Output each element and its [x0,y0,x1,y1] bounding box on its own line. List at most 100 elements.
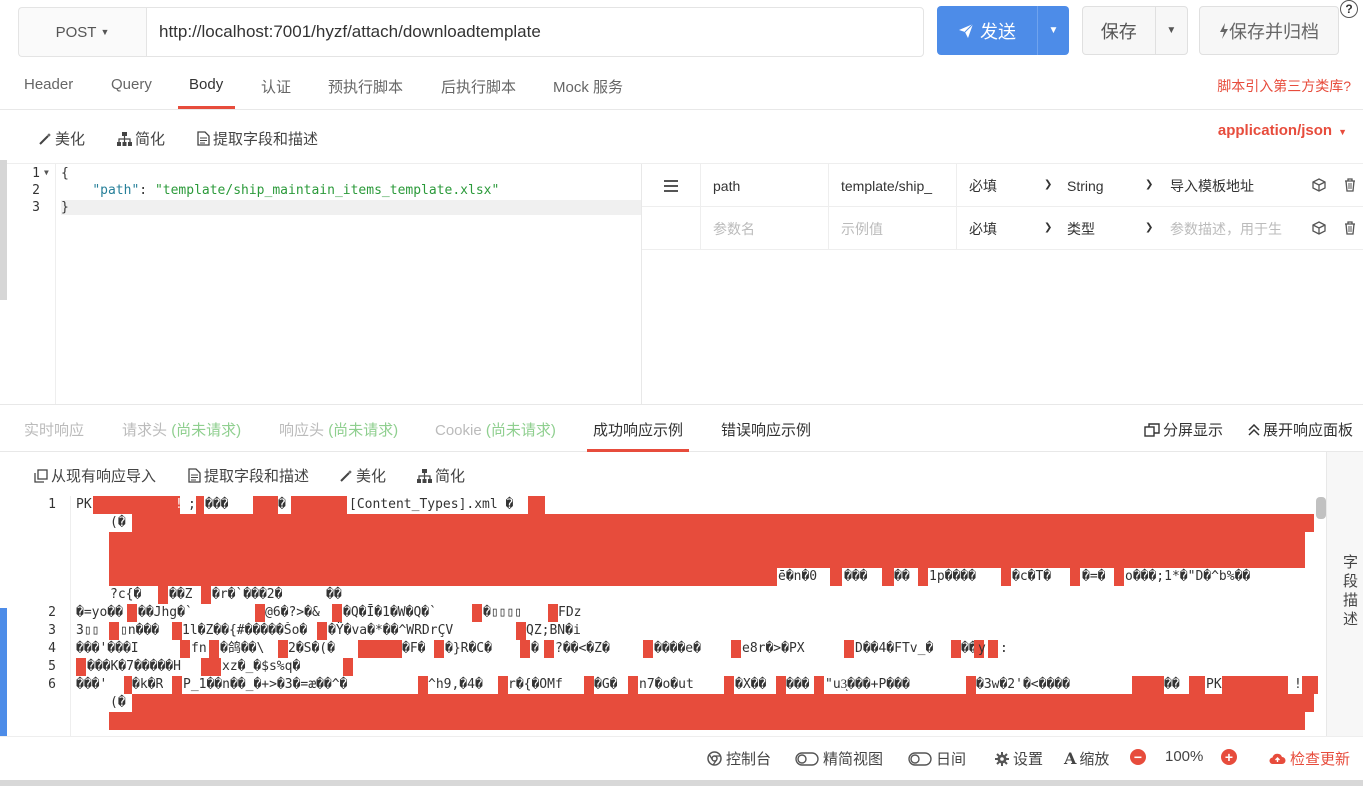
control-char-highlight [291,496,347,514]
binary-text: ! [175,497,183,512]
scrollbar[interactable] [0,160,7,300]
save-button[interactable]: 保存 [1083,18,1155,44]
fold-arrow-icon[interactable]: ▼ [44,168,49,177]
tab-post-script[interactable]: 后执行脚本 [441,76,516,97]
simplify-button[interactable]: 简化 [117,128,165,149]
tab-mock-service[interactable]: Mock 服务 [553,76,623,97]
chevron-down-icon: ❯ [1145,222,1154,233]
control-char-highlight [158,586,168,604]
response-body-editor[interactable]: 1 2 3 4 5 6 PK ! ; ��� � [Content_Types]… [8,496,1318,736]
binary-text: �� [326,587,342,602]
binary-text: ��Z [169,587,193,602]
magic-wand-icon [340,469,352,482]
send-button[interactable]: 发送 [937,18,1037,44]
param-example-input[interactable]: template/ship_ [829,164,957,207]
binary-text: �c�T� [1012,569,1052,584]
extract-fields-button[interactable]: 提取字段和描述 [197,128,318,149]
control-char-highlight [1132,676,1164,694]
help-icon[interactable]: ? [1340,0,1358,18]
type-select[interactable]: String [1055,164,1155,207]
day-mode-toggle[interactable]: 日间 [908,748,966,769]
tab-header[interactable]: Header [24,76,73,93]
cube-icon[interactable] [1312,221,1326,235]
check-update-button[interactable]: 检查更新 [1269,748,1350,769]
send-dropdown[interactable]: ▼ [1037,6,1069,55]
console-button[interactable]: 控制台 [707,748,771,769]
drag-handle[interactable] [642,164,701,207]
compact-view-toggle[interactable]: 精简视图 [795,748,883,769]
param-desc-input[interactable]: 导入模板地址 [1158,164,1298,207]
control-char-highlight [418,676,428,694]
body-editor[interactable]: 1 ▼ 2 3 { "path": "template/ship_maintai… [8,164,642,404]
code-line: } [61,200,641,215]
split-view-button[interactable]: 分屏显示 [1144,419,1223,440]
method-label: POST [55,23,97,41]
control-char-highlight [180,640,190,658]
binary-text: e8r�>�PX [742,641,805,656]
import-response-button[interactable]: 从现有响应导入 [34,465,156,486]
control-char-highlight [332,604,342,622]
param-example-input[interactable]: 示例值 [829,207,957,250]
tab-error-example[interactable]: 错误响应示例 [721,419,811,440]
line-number: 1 [48,497,56,512]
binary-text: �X�� [735,677,767,692]
tab-cookie[interactable]: Cookie (尚未请求) [435,419,556,440]
content-type-select[interactable]: application/json ▼ [1218,122,1347,139]
simplify-button[interactable]: 简化 [417,465,465,486]
check-update-label: 检查更新 [1290,751,1351,768]
chevron-down-icon: ▼ [1166,25,1177,36]
control-char-highlight [253,496,278,514]
tab-auth[interactable]: 认证 [261,76,291,97]
binary-text: �▯▯▯▯ [483,605,523,620]
zoom-out-button[interactable]: − [1130,749,1146,765]
binary-text: �G� [594,677,618,692]
binary-text: ē�n�0 [778,569,818,584]
active-tab-indicator [178,106,235,109]
control-char-highlight [434,640,444,658]
binary-text: @6�?>�& [265,605,320,620]
response-tabs: 实时响应 请求头 (尚未请求) 响应头 (尚未请求) Cookie (尚未请求)… [0,404,1363,452]
tab-query[interactable]: Query [111,76,152,93]
control-char-highlight [255,604,265,622]
beautify-button[interactable]: 美化 [38,128,85,149]
url-input[interactable]: http://localhost:7001/hyzf/attach/downlo… [146,7,924,57]
control-char-highlight [584,676,594,694]
control-char-highlight [724,676,734,694]
trash-icon[interactable] [1344,221,1356,235]
cube-icon[interactable] [1312,178,1326,192]
third-party-library-link[interactable]: 脚本引入第三方类库? [1217,76,1351,96]
save-and-archive-button[interactable]: 保存并归档 [1199,6,1339,55]
method-select[interactable]: POST ▼ [18,7,146,57]
required-select[interactable]: 必填 [957,207,1055,250]
settings-label: 设置 [1013,751,1044,768]
param-name-input[interactable]: path [701,164,829,207]
tab-success-example[interactable]: 成功响应示例 [593,419,683,440]
binary-text: �}R�C� [445,641,492,656]
control-char-highlight [124,676,132,694]
archive-label: 保存并归档 [1229,21,1319,42]
trash-icon[interactable] [1344,178,1356,192]
control-char-highlight [343,658,353,676]
json-key: "path" [92,183,140,198]
tab-realtime-response[interactable]: 实时响应 [24,419,84,440]
settings-button[interactable]: 设置 [995,748,1043,769]
zoom-in-button[interactable]: + [1221,749,1237,765]
tab-response-headers[interactable]: 响应头 (尚未请求) [279,419,398,440]
tab-pre-script[interactable]: 预执行脚本 [328,76,403,97]
type-select[interactable]: 类型 [1055,207,1155,250]
scrollbar-thumb[interactable] [1316,497,1326,519]
response-toolbar: 从现有响应导入 提取字段和描述 美化 简化 [8,452,1326,496]
expand-panel-button[interactable]: 展开响应面板 [1248,419,1353,440]
binary-text: �r�`���2� [212,587,283,602]
required-select[interactable]: 必填 [957,164,1055,207]
param-name-input[interactable]: 参数名 [701,207,829,250]
not-requested-label: (尚未请求) [485,422,556,439]
extract-fields-button[interactable]: 提取字段和描述 [188,465,309,486]
binary-text: �F� [402,641,426,656]
tab-request-headers[interactable]: 请求头 (尚未请求) [122,419,241,440]
beautify-button[interactable]: 美化 [339,465,386,486]
tab-body[interactable]: Body [189,76,223,93]
param-desc-input[interactable]: 参数描述，用于生 [1158,207,1298,250]
save-dropdown[interactable]: ▼ [1154,7,1187,54]
binary-text: (� [110,695,126,710]
